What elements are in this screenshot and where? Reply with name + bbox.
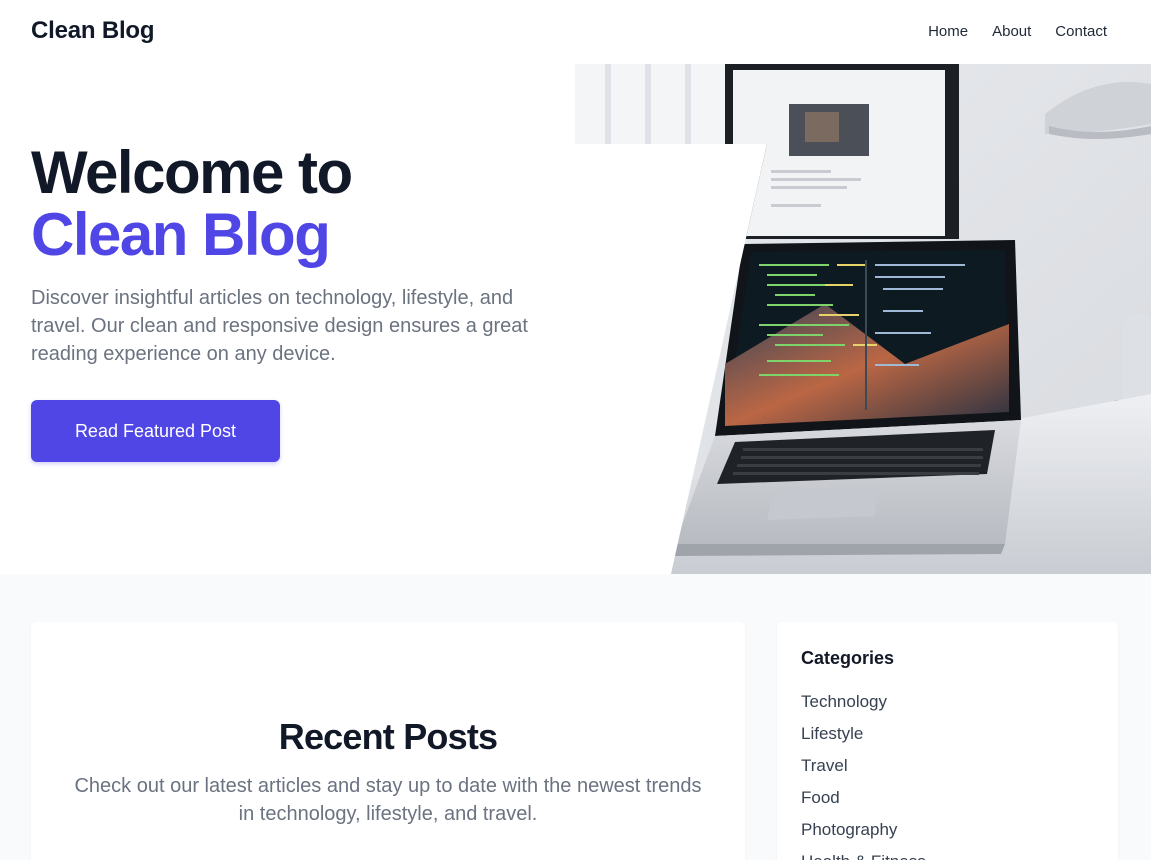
laptop-on-desk-photo: [575, 64, 1151, 574]
category-link-health-fitness[interactable]: Health & Fitness: [801, 852, 926, 860]
categories-title: Categories: [801, 648, 895, 668]
category-link-food[interactable]: Food: [801, 788, 926, 820]
category-link-photography[interactable]: Photography: [801, 820, 926, 852]
site-header: Clean Blog Home About Contact: [0, 0, 1151, 64]
categories-list: Technology Lifestyle Travel Food Photogr…: [801, 692, 926, 860]
recent-posts-title: Recent Posts: [278, 716, 498, 757]
category-link-technology[interactable]: Technology: [801, 692, 926, 724]
main-nav: Home About Contact: [928, 23, 1107, 40]
recent-posts-card: Recent Posts Check out our latest articl…: [31, 622, 745, 860]
categories-card: Categories Technology Lifestyle Travel F…: [777, 622, 1118, 860]
category-link-lifestyle[interactable]: Lifestyle: [801, 724, 926, 756]
read-featured-post-button[interactable]: Read Featured Post: [31, 400, 280, 462]
nav-home-link[interactable]: Home: [928, 23, 968, 40]
recent-posts-subtitle: Check out our latest articles and stay u…: [74, 775, 702, 825]
category-link-travel[interactable]: Travel: [801, 756, 926, 788]
hero-section: Welcome to Clean Blog Discover insightfu…: [0, 64, 1151, 574]
nav-contact-link[interactable]: Contact: [1055, 23, 1107, 40]
hero-title-line1: Welcome to: [31, 139, 353, 206]
nav-about-link[interactable]: About: [992, 23, 1031, 40]
hero-title: Welcome to Clean Blog: [31, 139, 353, 268]
content-section: Recent Posts Check out our latest articl…: [0, 574, 1151, 860]
hero-title-accent: Clean Blog: [31, 201, 331, 268]
hero-subtitle: Discover insightful articles on technolo…: [31, 287, 528, 365]
hero-image: [575, 64, 1151, 574]
site-logo[interactable]: Clean Blog: [31, 17, 155, 45]
